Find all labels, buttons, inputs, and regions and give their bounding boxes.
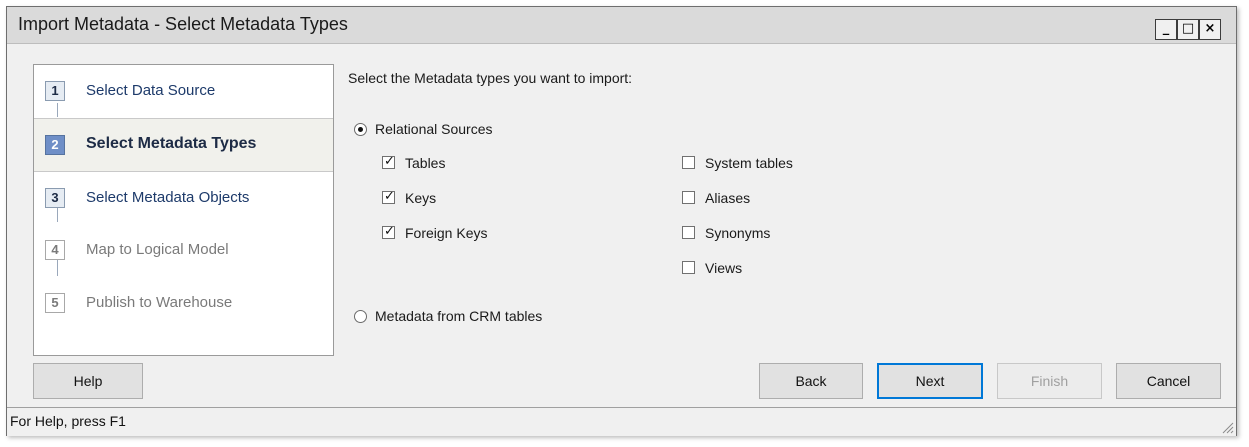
status-bar: For Help, press F1 xyxy=(7,407,1236,436)
system-tables-checkbox[interactable] xyxy=(682,156,695,169)
metadata-from-crm-label[interactable]: Metadata from CRM tables xyxy=(375,308,542,324)
step-label: Select Metadata Types xyxy=(86,135,257,152)
finish-button: Finish xyxy=(997,363,1102,399)
wizard-step-select-data-source[interactable]: 1 Select Data Source xyxy=(34,65,333,117)
step-number: 1 xyxy=(45,81,65,101)
system-tables-label[interactable]: System tables xyxy=(705,155,793,171)
aliases-label[interactable]: Aliases xyxy=(705,190,750,206)
wizard-step-publish-to-warehouse: 5 Publish to Warehouse xyxy=(34,277,333,329)
step-label: Select Data Source xyxy=(86,82,216,99)
synonyms-checkbox[interactable] xyxy=(682,226,695,239)
close-button[interactable]: × xyxy=(1199,19,1221,40)
metadata-from-crm-radio[interactable] xyxy=(354,310,367,323)
status-text: For Help, press F1 xyxy=(10,413,126,429)
foreign-keys-label[interactable]: Foreign Keys xyxy=(405,225,487,241)
aliases-checkbox[interactable] xyxy=(682,191,695,204)
relational-sources-radio[interactable] xyxy=(354,123,367,136)
wizard-steps-panel: 1 Select Data Source 2 Select Metadata T… xyxy=(33,64,334,356)
views-checkbox[interactable] xyxy=(682,261,695,274)
wizard-step-select-metadata-objects[interactable]: 3 Select Metadata Objects xyxy=(34,172,333,224)
step-number: 5 xyxy=(45,293,65,313)
step-label: Map to Logical Model xyxy=(86,241,229,258)
cancel-button[interactable]: Cancel xyxy=(1116,363,1221,399)
import-metadata-dialog: Import Metadata - Select Metadata Types … xyxy=(6,6,1237,436)
back-button[interactable]: Back xyxy=(759,363,863,399)
wizard-step-select-metadata-types[interactable]: 2 Select Metadata Types xyxy=(34,118,333,172)
resize-grip-icon[interactable] xyxy=(1220,420,1234,434)
step-label: Publish to Warehouse xyxy=(86,294,233,311)
tables-label[interactable]: Tables xyxy=(405,155,445,171)
help-button[interactable]: Help xyxy=(33,363,143,399)
keys-checkbox[interactable]: ✓ xyxy=(382,189,395,204)
step-number: 3 xyxy=(45,188,65,208)
maximize-button[interactable]: □ xyxy=(1177,19,1199,40)
views-label[interactable]: Views xyxy=(705,260,742,276)
tables-checkbox[interactable]: ✓ xyxy=(382,154,395,169)
relational-sources-label[interactable]: Relational Sources xyxy=(375,121,493,137)
minimize-button[interactable]: _ xyxy=(1155,19,1177,40)
window-title: Import Metadata - Select Metadata Types xyxy=(18,14,348,34)
title-bar[interactable]: Import Metadata - Select Metadata Types … xyxy=(7,7,1236,44)
next-button[interactable]: Next xyxy=(877,363,983,399)
foreign-keys-checkbox[interactable]: ✓ xyxy=(382,224,395,239)
step-number: 4 xyxy=(45,240,65,260)
synonyms-label[interactable]: Synonyms xyxy=(705,225,770,241)
step-label: Select Metadata Objects xyxy=(86,189,250,206)
wizard-step-map-to-logical-model: 4 Map to Logical Model xyxy=(34,224,333,276)
keys-label[interactable]: Keys xyxy=(405,190,436,206)
instruction-text: Select the Metadata types you want to im… xyxy=(348,70,633,86)
step-number: 2 xyxy=(45,135,65,155)
